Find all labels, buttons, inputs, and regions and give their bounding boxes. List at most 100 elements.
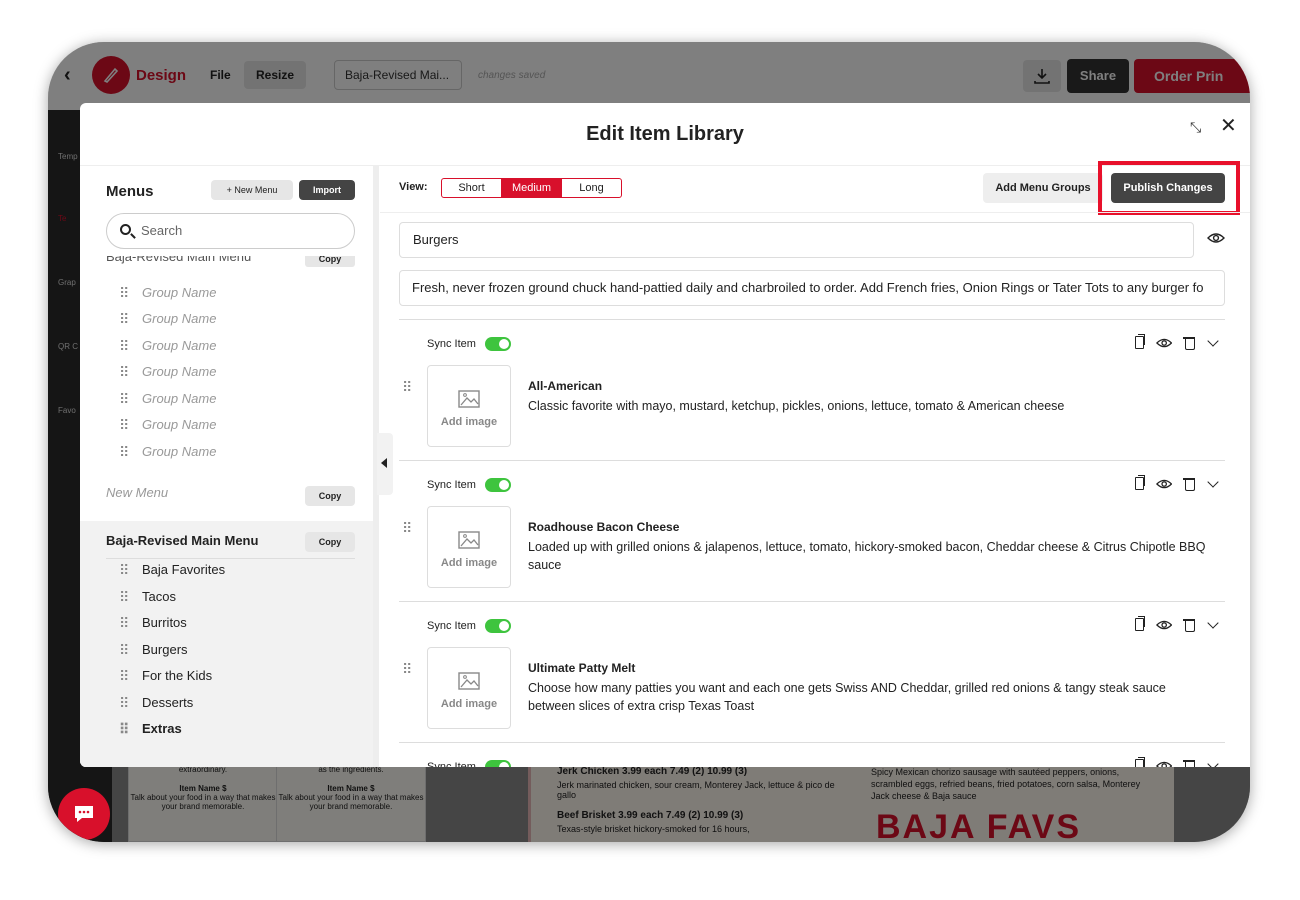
drag-handle-icon[interactable] — [402, 520, 413, 537]
sync-item-label: Sync Item — [427, 338, 476, 350]
resize-button[interactable]: Resize — [244, 61, 307, 89]
active-menu-name[interactable]: Baja-Revised Main Menu — [106, 533, 258, 548]
chat-icon — [75, 806, 93, 822]
add-image-button[interactable]: Add image — [427, 647, 511, 729]
drag-handle-icon[interactable] — [119, 337, 130, 355]
duplicate-icon[interactable] — [1131, 334, 1146, 351]
list-item-group[interactable]: Burgers — [119, 641, 188, 659]
list-item-group[interactable]: Burritos — [119, 614, 187, 632]
item-actions — [1131, 334, 1221, 352]
list-item-group[interactable]: Baja Favorites — [119, 561, 225, 579]
list-item-group[interactable]: Group Name — [119, 416, 216, 434]
drag-handle-icon[interactable] — [119, 310, 130, 328]
trash-icon[interactable] — [1182, 617, 1197, 633]
trash-icon[interactable] — [1182, 335, 1197, 351]
collapse-panel-button[interactable] — [377, 433, 393, 495]
drag-handle-icon[interactable] — [119, 561, 130, 579]
new-menu-label[interactable]: New Menu — [106, 485, 168, 500]
sync-item-toggle[interactable] — [485, 619, 511, 633]
copy-button[interactable]: Copy — [305, 532, 355, 552]
copy-button[interactable]: Copy — [305, 486, 355, 506]
list-item-group[interactable]: Group Name — [119, 337, 216, 355]
group-description-field[interactable]: Fresh, never frozen ground chuck hand-pa… — [399, 270, 1225, 306]
add-image-button[interactable]: Add image — [427, 365, 511, 447]
menu-row-partial[interactable]: Baja-Revised Main Menu Copy — [106, 256, 355, 270]
search-input[interactable]: Search — [106, 213, 355, 249]
sync-item-toggle[interactable] — [485, 760, 511, 767]
sync-item-toggle[interactable] — [485, 478, 511, 492]
back-chevron-icon[interactable]: ‹ — [64, 64, 71, 87]
eye-icon[interactable] — [1207, 231, 1225, 245]
drag-handle-icon[interactable] — [119, 694, 130, 712]
list-item-group[interactable]: For the Kids — [119, 667, 212, 685]
list-item-group[interactable]: Group Name — [119, 390, 217, 408]
trash-icon[interactable] — [1182, 758, 1197, 767]
new-menu-button[interactable]: + New Menu — [211, 180, 293, 200]
group-name: Group Name — [142, 391, 217, 406]
download-button[interactable] — [1023, 60, 1061, 92]
list-item-group[interactable]: Tacos — [119, 588, 176, 606]
drag-handle-icon[interactable] — [402, 379, 413, 396]
menu-page-preview: Jerk Chicken 3.99 each 7.49 (2) 10.99 (3… — [528, 760, 1174, 842]
menu-card-left: extraordinary. Item Name $ Talk about yo… — [128, 760, 278, 842]
item-description: Choose how many patties you want and eac… — [528, 681, 1166, 713]
view-long-option[interactable]: Long — [561, 179, 621, 197]
trash-icon[interactable] — [1182, 476, 1197, 492]
eye-icon[interactable] — [1155, 759, 1172, 767]
drag-handle-icon[interactable] — [402, 661, 413, 678]
sidebar-item-qr-code[interactable]: QR C — [58, 342, 78, 351]
item-description: Classic favorite with mayo, mustard, ket… — [528, 399, 1065, 413]
duplicate-icon[interactable] — [1131, 757, 1146, 767]
duplicate-icon[interactable] — [1131, 616, 1146, 633]
chevron-down-icon[interactable] — [1206, 335, 1221, 351]
chat-button[interactable] — [58, 788, 110, 840]
drag-handle-icon[interactable] — [119, 443, 130, 461]
drag-handle-icon[interactable] — [119, 363, 130, 381]
eye-icon[interactable] — [1155, 336, 1172, 350]
item-actions — [1131, 616, 1221, 634]
chevron-down-icon[interactable] — [1206, 758, 1221, 767]
view-medium-option[interactable]: Medium — [501, 179, 561, 197]
sync-item-toggle[interactable] — [485, 337, 511, 351]
share-button[interactable]: Share — [1067, 59, 1129, 93]
drag-handle-icon[interactable] — [119, 720, 130, 738]
group-name-field[interactable]: Burgers — [399, 222, 1194, 258]
file-menu[interactable]: File — [210, 68, 231, 82]
sidebar-item-text[interactable]: Te — [58, 214, 66, 223]
sidebar-item-favorites[interactable]: Favo — [58, 406, 76, 415]
item-name: All-American — [528, 379, 603, 393]
list-item-group[interactable]: Extras — [119, 720, 182, 738]
drag-handle-icon[interactable] — [119, 641, 130, 659]
eye-icon[interactable] — [1155, 477, 1172, 491]
sidebar-item-templates[interactable]: Temp — [58, 152, 78, 161]
list-item-group[interactable]: Group Name — [119, 443, 216, 461]
card-item-name: Item Name $ — [179, 784, 227, 793]
drag-handle-icon[interactable] — [119, 416, 130, 434]
drag-handle-icon[interactable] — [119, 390, 130, 408]
order-print-button[interactable]: Order Prin — [1134, 59, 1250, 93]
close-icon[interactable]: ✕ — [1220, 113, 1237, 138]
list-item-group[interactable]: Desserts — [119, 694, 193, 712]
list-item-group[interactable]: Group Name — [119, 284, 216, 302]
sidebar-item-graphics[interactable]: Grap — [58, 278, 76, 287]
list-item-group[interactable]: Group Name — [119, 363, 216, 381]
add-image-label: Add image — [440, 557, 498, 569]
chevron-down-icon[interactable] — [1206, 476, 1221, 492]
duplicate-icon[interactable] — [1131, 475, 1146, 492]
drag-handle-icon[interactable] — [119, 588, 130, 606]
menu-card-right: as the ingredients. Item Name $ Talk abo… — [276, 760, 426, 842]
import-button[interactable]: Import — [299, 180, 355, 200]
chevron-down-icon[interactable] — [1206, 617, 1221, 633]
document-name-field[interactable]: Baja-Revised Mai... — [334, 60, 462, 90]
eye-icon[interactable] — [1155, 618, 1172, 632]
add-image-button[interactable]: Add image — [427, 506, 511, 588]
add-menu-groups-button[interactable]: Add Menu Groups — [983, 173, 1103, 203]
sync-item-label: Sync Item — [427, 620, 476, 632]
expand-icon[interactable]: ⤡ — [1190, 119, 1201, 136]
drag-handle-icon[interactable] — [119, 667, 130, 685]
view-short-option[interactable]: Short — [442, 179, 501, 197]
list-item-group[interactable]: Group Name — [119, 310, 216, 328]
drag-handle-icon[interactable] — [119, 284, 130, 302]
copy-button[interactable]: Copy — [305, 256, 355, 267]
drag-handle-icon[interactable] — [119, 614, 130, 632]
